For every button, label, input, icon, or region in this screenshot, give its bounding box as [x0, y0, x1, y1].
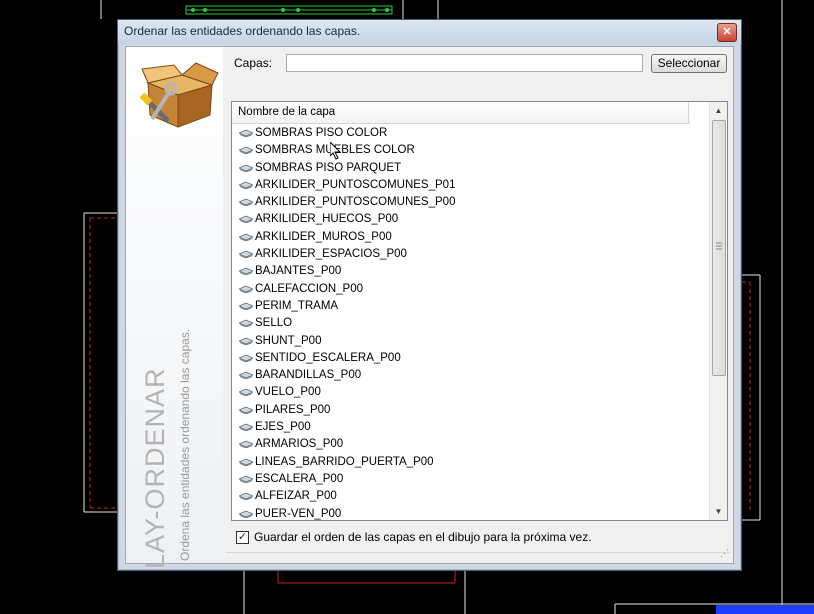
save-order-checkbox[interactable]: ✓	[236, 531, 249, 544]
list-item[interactable]: ARKILIDER_PUNTOSCOMUNES_P00	[232, 194, 710, 211]
layer-icon	[239, 354, 253, 362]
layer-name: ARKILIDER_MUROS_P00	[255, 230, 392, 243]
layer-icon	[239, 146, 253, 155]
layer-icon	[239, 164, 253, 172]
layer-icon	[239, 319, 253, 328]
resize-grip-icon[interactable]: ⋰	[720, 548, 729, 559]
column-header-layer-name[interactable]: Nombre de la capa	[232, 102, 690, 124]
layer-icon	[239, 406, 253, 414]
list-item[interactable]: ARKILIDER_PUNTOSCOMUNES_P01	[232, 177, 710, 194]
list-item[interactable]: BARANDILLAS_P00	[232, 367, 710, 384]
dialog-window: Ordenar las entidades ordenando las capa…	[117, 19, 742, 583]
save-order-label: Guardar el orden de las capas en el dibu…	[254, 530, 592, 544]
layer-icon	[239, 181, 253, 189]
vertical-scrollbar[interactable]: ▲ ▼	[709, 102, 727, 520]
layer-icon	[239, 371, 253, 380]
list-item[interactable]: ARKILIDER_ESPACIOS_P00	[232, 246, 710, 263]
layer-name: ARMARIOS_P00	[255, 438, 344, 451]
list-item[interactable]: LINEAS_BARRIDO_PUERTA_P00	[232, 454, 710, 471]
dialog-client-area: LAY-ORDENAR Ordena las entidades ordenan…	[125, 46, 734, 583]
layer-icon	[239, 198, 253, 207]
footer-divider	[226, 552, 730, 553]
layer-name: ESCALERA_P00	[255, 472, 344, 485]
list-item[interactable]: SENTIDO_ESCALERA_P00	[232, 350, 710, 367]
toolbox-icon	[140, 62, 219, 128]
layer-name: SOMBRAS PISO PARQUET	[255, 161, 402, 174]
layer-list[interactable]: Nombre de la capa SOMBRAS PISO COLOR SOMB…	[231, 101, 728, 521]
column-separator[interactable]	[688, 102, 689, 123]
layer-icon	[239, 337, 253, 345]
layer-name: EJES_P00	[255, 421, 311, 434]
layer-name: BAJANTES_P00	[255, 265, 342, 278]
layer-name: ARKILIDER_ESPACIOS_P00	[255, 248, 407, 261]
layer-rows: SOMBRAS PISO COLOR SOMBRAS MUEBLES COLOR S…	[232, 125, 710, 520]
layer-name: PILARES_P00	[255, 403, 331, 416]
dialog-title: Ordenar las entidades ordenando las capa…	[124, 24, 361, 38]
layer-name: SOMBRAS PISO COLOR	[255, 127, 388, 139]
layer-icon	[239, 233, 253, 241]
layer-name: SELLO	[255, 317, 293, 330]
layer-name: ARKILIDER_PUNTOSCOMUNES_P00	[255, 196, 456, 209]
layer-name: PERIM_TRAMA	[255, 299, 339, 312]
select-layers-button[interactable]: Seleccionar	[651, 54, 727, 73]
grip-icon	[716, 242, 722, 250]
layer-name: BARANDILLAS_P00	[255, 369, 362, 382]
capas-label: Capas:	[234, 56, 273, 70]
layer-name: SHUNT_P00	[255, 334, 322, 347]
sidebar-brand: LAY-ORDENAR	[140, 367, 170, 569]
layer-icon	[239, 423, 253, 432]
list-item[interactable]: PILARES_P00	[232, 402, 710, 419]
layer-name: LINEAS_BARRIDO_PUERTA_P00	[255, 455, 434, 468]
scroll-down-arrow-icon[interactable]: ▼	[710, 503, 727, 520]
layer-icon	[239, 250, 253, 259]
layer-name: ARKILIDER_HUECOS_P00	[255, 213, 399, 226]
list-item[interactable]: ESCALERA_P00	[232, 471, 710, 488]
list-item[interactable]: SOMBRAS MUEBLES COLOR	[232, 142, 710, 159]
capas-input[interactable]	[286, 54, 643, 72]
layer-name: PUER-VEN_P00	[255, 507, 342, 520]
scroll-up-arrow-icon[interactable]: ▲	[710, 102, 727, 119]
list-item[interactable]: SOMBRAS PISO COLOR	[232, 125, 710, 142]
list-item[interactable]: SOMBRAS PISO PARQUET	[232, 160, 710, 177]
list-item[interactable]: SELLO	[232, 315, 710, 332]
list-item[interactable]: PUER-VEN_P00	[232, 506, 710, 520]
layer-icon	[239, 389, 253, 397]
layer-icon	[239, 285, 253, 293]
list-item[interactable]: SHUNT_P00	[232, 333, 710, 350]
sidebar-panel: LAY-ORDENAR Ordena las entidades ordenan…	[126, 47, 223, 569]
mouse-cursor-icon	[330, 142, 342, 160]
layer-icon	[239, 216, 253, 224]
layer-icon	[239, 440, 253, 449]
layer-icon	[239, 492, 253, 501]
sidebar-subtitle: Ordena las entidades ordenando las capas…	[178, 328, 192, 561]
title-bar[interactable]: Ordenar las entidades ordenando las capa…	[118, 20, 741, 44]
list-item[interactable]: VUELO_P00	[232, 384, 710, 401]
layer-icon	[239, 129, 253, 137]
close-button[interactable]: ✕	[717, 23, 737, 42]
layer-icon	[239, 458, 253, 466]
layer-name: CALEFACCION_P00	[255, 282, 364, 295]
list-item[interactable]: ARKILIDER_MUROS_P00	[232, 229, 710, 246]
list-item[interactable]: BAJANTES_P00	[232, 263, 710, 280]
layer-name: VUELO_P00	[255, 386, 321, 399]
layer-name: SENTIDO_ESCALERA_P00	[255, 351, 401, 364]
list-item[interactable]: EJES_P00	[232, 419, 710, 436]
layer-icon	[239, 475, 253, 483]
list-item[interactable]: PERIM_TRAMA	[232, 298, 710, 315]
accept-button[interactable]: Aceptar	[606, 569, 651, 583]
layer-icon	[239, 510, 253, 518]
list-item[interactable]: ARKILIDER_HUECOS_P00	[232, 211, 710, 228]
scrollbar-thumb[interactable]	[712, 120, 726, 376]
list-item[interactable]: ARMARIOS_P00	[232, 436, 710, 453]
cancel-button[interactable]: Cancelar	[666, 569, 717, 583]
list-item[interactable]: ALFEIZAR_P00	[232, 488, 710, 505]
list-item[interactable]: CALEFACCION_P00	[232, 281, 710, 298]
layer-icon	[239, 267, 253, 276]
layer-name: ARKILIDER_PUNTOSCOMUNES_P01	[255, 178, 456, 191]
layer-name: ALFEIZAR_P00	[255, 490, 337, 503]
layer-icon	[239, 302, 253, 310]
